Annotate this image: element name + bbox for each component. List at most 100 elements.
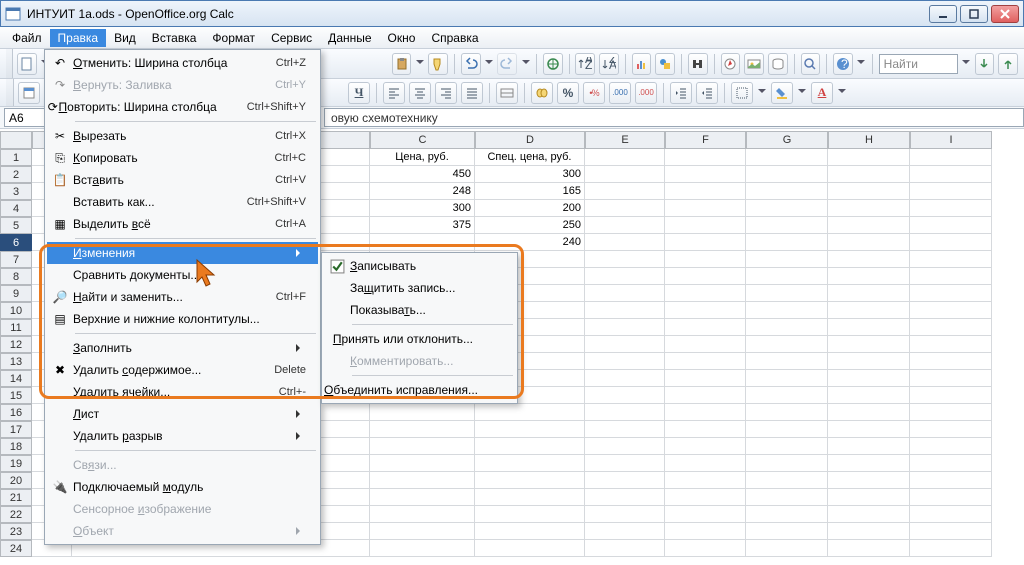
- cell[interactable]: [585, 438, 665, 455]
- cell[interactable]: [370, 523, 475, 540]
- cell[interactable]: [910, 319, 992, 336]
- cell[interactable]: [910, 540, 992, 557]
- cell[interactable]: [665, 336, 746, 353]
- cell[interactable]: [910, 251, 992, 268]
- cell[interactable]: 300: [475, 166, 585, 183]
- cell[interactable]: 200: [475, 200, 585, 217]
- cell[interactable]: 165: [475, 183, 585, 200]
- row-header[interactable]: 16: [0, 404, 32, 421]
- paste-button[interactable]: [392, 53, 412, 75]
- row-header[interactable]: 10: [0, 302, 32, 319]
- styles-button[interactable]: [18, 82, 40, 104]
- cell[interactable]: [665, 353, 746, 370]
- cell[interactable]: [585, 268, 665, 285]
- cell[interactable]: [746, 421, 828, 438]
- search-input[interactable]: Найти: [879, 54, 958, 74]
- cell[interactable]: [746, 285, 828, 302]
- cell[interactable]: [585, 251, 665, 268]
- cell[interactable]: [910, 285, 992, 302]
- cell[interactable]: [746, 523, 828, 540]
- search-dropdown[interactable]: [962, 53, 971, 75]
- cell[interactable]: [828, 523, 910, 540]
- cell[interactable]: [585, 353, 665, 370]
- row-header[interactable]: 14: [0, 370, 32, 387]
- row-header[interactable]: 24: [0, 540, 32, 557]
- cell[interactable]: [665, 523, 746, 540]
- cell[interactable]: [665, 506, 746, 523]
- show-draw-button[interactable]: [655, 53, 675, 75]
- cell[interactable]: [828, 183, 910, 200]
- gallery-button[interactable]: [744, 53, 764, 75]
- cell[interactable]: [910, 421, 992, 438]
- menu-item[interactable]: Записывать: [324, 255, 515, 277]
- cell[interactable]: [585, 234, 665, 251]
- cell[interactable]: Спец. цена, руб.: [475, 149, 585, 166]
- cell[interactable]: [828, 540, 910, 557]
- cell[interactable]: [910, 183, 992, 200]
- cell[interactable]: [746, 149, 828, 166]
- cell[interactable]: [665, 438, 746, 455]
- row-header[interactable]: 5: [0, 217, 32, 234]
- cell[interactable]: [475, 438, 585, 455]
- cell[interactable]: [585, 217, 665, 234]
- row-header[interactable]: 2: [0, 166, 32, 183]
- cell[interactable]: [585, 404, 665, 421]
- cell[interactable]: [828, 302, 910, 319]
- cell[interactable]: [910, 217, 992, 234]
- number-format-button[interactable]: •%: [583, 82, 605, 104]
- menu-item[interactable]: Сервис: [263, 29, 320, 47]
- cell[interactable]: [910, 506, 992, 523]
- cell[interactable]: [370, 540, 475, 557]
- row-header[interactable]: 21: [0, 489, 32, 506]
- navigator-button[interactable]: [721, 53, 741, 75]
- cell[interactable]: [370, 489, 475, 506]
- cell[interactable]: [828, 370, 910, 387]
- cell[interactable]: [746, 302, 828, 319]
- menu-item[interactable]: Удалить ячейки...Ctrl+-: [47, 381, 318, 403]
- cell[interactable]: [665, 234, 746, 251]
- increase-indent-button[interactable]: [696, 82, 718, 104]
- sort-asc-button[interactable]: AZ: [575, 53, 595, 75]
- cell[interactable]: [665, 302, 746, 319]
- cell[interactable]: [665, 421, 746, 438]
- toolbar-handle[interactable]: [6, 49, 13, 78]
- cell[interactable]: [746, 234, 828, 251]
- cell[interactable]: [585, 285, 665, 302]
- column-header[interactable]: D: [475, 131, 585, 149]
- borders-button[interactable]: [731, 82, 753, 104]
- cell[interactable]: [665, 455, 746, 472]
- minimize-button[interactable]: [929, 5, 957, 23]
- cell[interactable]: [746, 404, 828, 421]
- cell[interactable]: [746, 353, 828, 370]
- cell[interactable]: [828, 489, 910, 506]
- row-header[interactable]: 6: [0, 234, 32, 251]
- cell[interactable]: [910, 353, 992, 370]
- menu-item[interactable]: ▦Выделить всёCtrl+A: [47, 213, 318, 235]
- cell[interactable]: [665, 149, 746, 166]
- format-paint-button[interactable]: [428, 53, 448, 75]
- cell[interactable]: Цена, руб.: [370, 149, 475, 166]
- cell[interactable]: [665, 268, 746, 285]
- cell[interactable]: [585, 370, 665, 387]
- cell[interactable]: [665, 217, 746, 234]
- cell[interactable]: [585, 540, 665, 557]
- help-dropdown[interactable]: [857, 53, 866, 75]
- menu-item[interactable]: Справка: [423, 29, 486, 47]
- cell[interactable]: [828, 387, 910, 404]
- column-header[interactable]: I: [910, 131, 992, 149]
- cell[interactable]: [585, 319, 665, 336]
- row-header[interactable]: 8: [0, 268, 32, 285]
- select-all-corner[interactable]: [0, 131, 32, 149]
- row-header[interactable]: 3: [0, 183, 32, 200]
- cell[interactable]: [910, 523, 992, 540]
- align-right-button[interactable]: [435, 82, 457, 104]
- add-decimal-button[interactable]: .000: [609, 82, 631, 104]
- undo-button[interactable]: [461, 53, 481, 75]
- row-header[interactable]: 12: [0, 336, 32, 353]
- cell[interactable]: [746, 200, 828, 217]
- cell[interactable]: [746, 268, 828, 285]
- fontcolor-dropdown[interactable]: [837, 82, 847, 104]
- menu-item[interactable]: Изменения: [47, 242, 318, 264]
- cell[interactable]: [370, 455, 475, 472]
- cell[interactable]: [665, 285, 746, 302]
